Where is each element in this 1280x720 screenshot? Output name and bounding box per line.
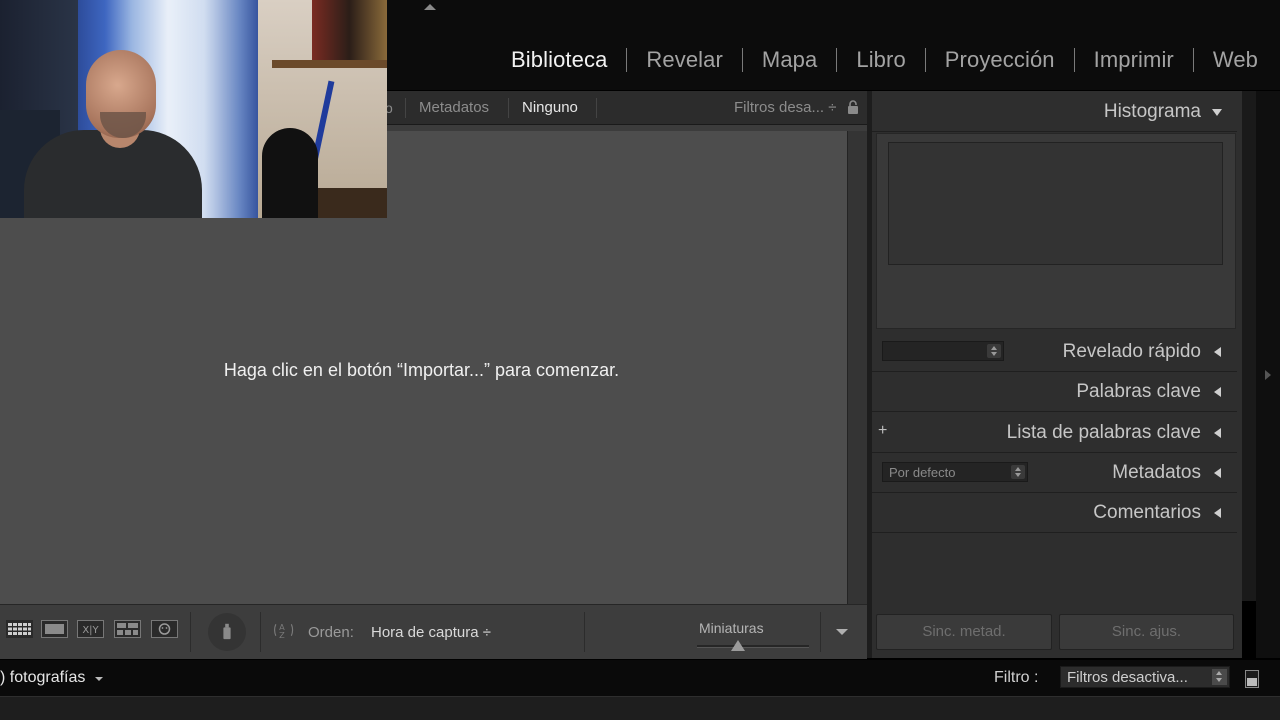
keyword-list-title: Lista de palabras clave	[1006, 422, 1201, 443]
expanded-triangle-icon	[1212, 109, 1222, 116]
filmstrip-area[interactable]	[0, 696, 1280, 720]
filter-presets-select[interactable]: Filtros desa... ÷	[734, 99, 836, 116]
thumbnails-label: Miniaturas	[699, 620, 764, 636]
import-prompt-message: Haga clic en el botón “Importar...” para…	[223, 360, 620, 380]
webcam-shelf-items	[312, 0, 387, 60]
metadata-preset-value: Por defecto	[889, 465, 956, 480]
toolbar-divider	[820, 612, 821, 652]
histogram-panel-header[interactable]: Histograma	[872, 92, 1237, 132]
keywording-panel-header[interactable]: Palabras clave	[872, 372, 1237, 412]
sync-settings-button[interactable]: Sinc. ajus.	[1059, 614, 1234, 650]
grid-view-icon[interactable]	[6, 620, 33, 638]
toolbar-divider	[584, 612, 585, 652]
collapsed-triangle-icon	[1214, 428, 1221, 438]
sort-order-select[interactable]: Hora de captura ÷	[371, 624, 491, 641]
right-panel-collapse-icon[interactable]	[1265, 370, 1271, 380]
filter-ninguno[interactable]: Ninguno	[522, 99, 578, 116]
metadata-preset-select[interactable]: Por defecto	[882, 462, 1028, 482]
right-panel-scrollbar[interactable]	[1242, 91, 1256, 601]
module-web[interactable]: Web	[1194, 44, 1280, 76]
webcam-overlay	[0, 0, 387, 218]
filmstrip-filter-select[interactable]: Filtros desactiva...	[1060, 666, 1230, 688]
filter-label: Filtro :	[994, 669, 1039, 686]
histogram-display	[888, 142, 1223, 265]
toolbar-divider	[260, 612, 261, 652]
photos-count[interactable]: ) fotografías	[0, 669, 85, 687]
filmstrip-filter-value: Filtros desactiva...	[1067, 669, 1188, 686]
comments-panel-header[interactable]: Comentarios	[872, 493, 1237, 533]
chevron-down-icon[interactable]	[95, 677, 103, 681]
add-keyword-plus-icon[interactable]: +	[878, 422, 887, 440]
quick-develop-title: Revelado rápido	[1062, 341, 1201, 362]
thumbnail-slider-thumb[interactable]	[731, 640, 746, 651]
compare-view-icon[interactable]: X|Y	[77, 620, 104, 638]
metadata-title: Metadatos	[1112, 462, 1201, 483]
sort-direction-icon[interactable]: A Z	[270, 621, 298, 639]
survey-view-icon[interactable]	[114, 620, 141, 638]
module-mapa[interactable]: Mapa	[743, 44, 836, 76]
histogram-title: Histograma	[1103, 101, 1201, 122]
module-revelar[interactable]: Revelar	[627, 44, 742, 76]
module-proyeccion[interactable]: Proyección	[926, 44, 1074, 76]
people-view-icon[interactable]	[151, 620, 178, 638]
collapsed-triangle-icon	[1214, 508, 1221, 518]
panel-toggle-up-icon[interactable]	[424, 4, 436, 10]
grid-scrollbar[interactable]	[847, 131, 867, 604]
filter-divider	[508, 98, 509, 118]
filter-metadatos[interactable]: Metadatos	[419, 99, 489, 116]
stepper-arrows-icon	[987, 344, 1001, 358]
spray-can-icon[interactable]	[220, 622, 234, 640]
webcam-desk	[318, 188, 387, 218]
comments-title: Comentarios	[1093, 502, 1201, 523]
sync-metadata-button[interactable]: Sinc. metad.	[876, 614, 1052, 650]
toolbar-content-menu-icon[interactable]	[836, 629, 848, 635]
toolbar-divider	[190, 612, 191, 652]
svg-text:Z: Z	[279, 630, 285, 639]
svg-text:X|Y: X|Y	[82, 625, 99, 636]
module-biblioteca[interactable]: Biblioteca	[492, 44, 626, 76]
webcam-shelf	[272, 60, 387, 68]
keyword-list-panel-header[interactable]: Lista de palabras clave	[872, 413, 1237, 453]
collapsed-triangle-icon	[1214, 468, 1221, 478]
loupe-view-icon[interactable]	[41, 620, 68, 638]
module-imprimir[interactable]: Imprimir	[1075, 44, 1193, 76]
keywording-title: Palabras clave	[1076, 381, 1201, 402]
saved-preset-select[interactable]	[882, 341, 1004, 361]
filmstrip-toggle-icon[interactable]	[1245, 670, 1259, 688]
collapsed-triangle-icon	[1214, 347, 1221, 357]
sort-label: Orden:	[308, 624, 354, 641]
stepper-arrows-icon	[1212, 669, 1227, 685]
module-libro[interactable]: Libro	[837, 44, 924, 76]
thumbnail-size-slider[interactable]	[697, 645, 809, 648]
lock-icon[interactable]	[847, 100, 859, 114]
collapsed-triangle-icon	[1214, 387, 1221, 397]
filter-divider	[596, 98, 597, 118]
stepper-arrows-icon	[1011, 465, 1025, 479]
filter-divider	[405, 98, 406, 118]
webcam-microphone	[262, 128, 318, 218]
module-picker: Biblioteca Revelar Mapa Libro Proyección…	[492, 44, 1280, 76]
